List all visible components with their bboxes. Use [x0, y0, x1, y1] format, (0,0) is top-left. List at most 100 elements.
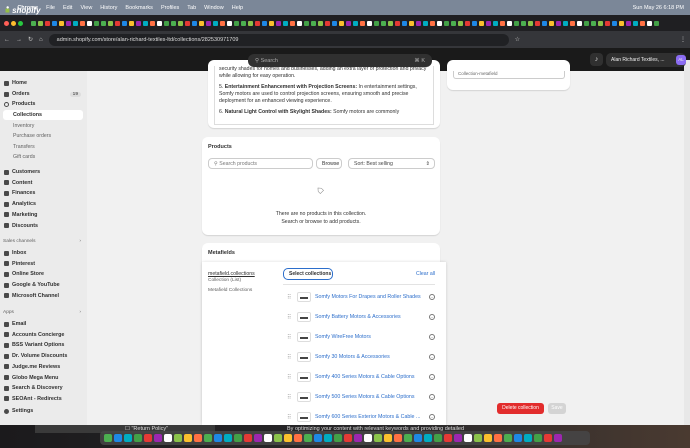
- dock-app-icon[interactable]: [544, 434, 552, 442]
- tab-favicon[interactable]: [395, 20, 400, 26]
- tab-favicon[interactable]: [633, 20, 638, 26]
- clear-all-link[interactable]: Clear all: [416, 271, 435, 277]
- dock-app-icon[interactable]: [444, 434, 452, 442]
- dock-app-icon[interactable]: [404, 434, 412, 442]
- collection-link[interactable]: Somfy 30 Motors & Accessories: [315, 354, 390, 360]
- dock-app-icon[interactable]: [554, 434, 562, 442]
- sort-select[interactable]: Sort: Best selling ⇕: [348, 158, 435, 169]
- menu-tab[interactable]: Tab: [187, 5, 196, 11]
- collection-list-item[interactable]: ⠿ Somfy Battery Motors & Accessories –: [287, 311, 435, 323]
- tab-favicon[interactable]: [73, 20, 78, 26]
- dock-app-icon[interactable]: [194, 434, 202, 442]
- tab-favicon[interactable]: [423, 20, 428, 26]
- forward-icon[interactable]: →: [16, 37, 22, 43]
- dock-app-icon[interactable]: [174, 434, 182, 442]
- browse-button[interactable]: Browse: [316, 158, 342, 169]
- tab-favicon[interactable]: [346, 20, 351, 26]
- tab-favicon[interactable]: [507, 20, 512, 26]
- sidebar-item-analytics[interactable]: Analytics: [3, 199, 83, 209]
- menu-window[interactable]: Window: [204, 5, 224, 11]
- dock-app-icon[interactable]: [264, 434, 272, 442]
- tab-favicon[interactable]: [430, 20, 435, 26]
- sidebar-item-bss-variant-options[interactable]: BSS Variant Options: [3, 340, 83, 350]
- tab-favicon[interactable]: [80, 20, 85, 26]
- collection-link[interactable]: Somfy Battery Motors & Accessories: [315, 314, 401, 320]
- zoom-window-icon[interactable]: [18, 20, 23, 26]
- tab-favicon[interactable]: [598, 20, 603, 26]
- dock-app-icon[interactable]: [394, 434, 402, 442]
- remove-circle-icon[interactable]: –: [429, 414, 435, 420]
- tab-favicon[interactable]: [234, 20, 239, 26]
- tab-favicon[interactable]: [157, 20, 162, 26]
- remove-circle-icon[interactable]: –: [429, 334, 435, 340]
- remove-circle-icon[interactable]: –: [429, 294, 435, 300]
- tab-favicon[interactable]: [514, 20, 519, 26]
- tab-favicon[interactable]: [325, 20, 330, 26]
- tab-favicon[interactable]: [45, 20, 50, 26]
- collection-link[interactable]: Somfy Motors For Drapes and Roller Shade…: [315, 294, 421, 300]
- tab-favicon[interactable]: [437, 20, 442, 26]
- account-menu[interactable]: Alan Richard Textiles, ... AL: [606, 53, 686, 67]
- tab-favicon[interactable]: [283, 20, 288, 26]
- collection-list-item[interactable]: ⠿ Somfy 500 Series Motors & Cable Options…: [287, 391, 435, 403]
- dock-app-icon[interactable]: [164, 434, 172, 442]
- tab-favicon[interactable]: [367, 20, 372, 26]
- sidebar-item-content[interactable]: Content: [3, 178, 83, 188]
- dock-app-icon[interactable]: [344, 434, 352, 442]
- sidebar-item-products[interactable]: Products: [3, 99, 83, 109]
- sidebar-item-google-youtube[interactable]: Google & YouTube: [3, 280, 83, 290]
- tab-favicon[interactable]: [269, 20, 274, 26]
- tab-favicon[interactable]: [493, 20, 498, 26]
- tab-favicon[interactable]: [199, 20, 204, 26]
- sidebar-item-marketing[interactable]: Marketing: [3, 210, 83, 220]
- dock-app-icon[interactable]: [414, 434, 422, 442]
- tab-favicon[interactable]: [444, 20, 449, 26]
- tab-favicon[interactable]: [360, 20, 365, 26]
- tab-favicon[interactable]: [276, 20, 281, 26]
- sidebar-item-online-store[interactable]: Online Store: [3, 269, 83, 279]
- tab-favicon[interactable]: [171, 20, 176, 26]
- drag-handle-icon[interactable]: ⠿: [287, 414, 292, 421]
- remove-circle-icon[interactable]: –: [429, 374, 435, 380]
- sidebar-item-email[interactable]: Email: [3, 319, 83, 329]
- tab-favicon[interactable]: [374, 20, 379, 26]
- collection-list-item[interactable]: ⠿ Somfy 30 Motors & Accessories –: [287, 351, 435, 363]
- tab-favicon[interactable]: [563, 20, 568, 26]
- sidebar-item-microsoft-channel[interactable]: Microsoft Channel: [3, 291, 83, 301]
- macos-dock[interactable]: [100, 431, 590, 445]
- remove-circle-icon[interactable]: –: [429, 354, 435, 360]
- tab-favicon[interactable]: [549, 20, 554, 26]
- dock-app-icon[interactable]: [304, 434, 312, 442]
- sidebar-item-judge-me-reviews[interactable]: Judge.me Reviews: [3, 362, 83, 372]
- tab-favicon[interactable]: [52, 20, 57, 26]
- tab-favicon[interactable]: [332, 20, 337, 26]
- tab-favicon[interactable]: [248, 20, 253, 26]
- tab-favicon[interactable]: [66, 20, 71, 26]
- minimize-window-icon[interactable]: [11, 20, 16, 26]
- collection-list-item[interactable]: ⠿ Somfy 600 Series Exterior Motors & Cabl…: [287, 411, 435, 423]
- menu-help[interactable]: Help: [232, 5, 243, 11]
- tab-favicon[interactable]: [150, 20, 155, 26]
- tab-favicon[interactable]: [402, 20, 407, 26]
- sidebar-item-collections[interactable]: Collections: [3, 110, 83, 120]
- tab-favicon[interactable]: [94, 20, 99, 26]
- tab-favicon[interactable]: [626, 20, 631, 26]
- tab-favicon[interactable]: [290, 20, 295, 26]
- sidebar-item-accounts-concierge[interactable]: Accounts Concierge: [3, 330, 83, 340]
- sidebar-item-globo-mega-menu[interactable]: Globo Mega Menu: [3, 373, 83, 383]
- tab-favicon[interactable]: [262, 20, 267, 26]
- collection-list-item[interactable]: ⠿ Somfy 400 Series Motors & Cable Options…: [287, 371, 435, 383]
- dock-app-icon[interactable]: [244, 434, 252, 442]
- dock-app-icon[interactable]: [134, 434, 142, 442]
- dock-app-icon[interactable]: [434, 434, 442, 442]
- sidebar-item-seoant-redirects[interactable]: SEOAnt - Redirects: [3, 394, 83, 404]
- tab-favicon[interactable]: [591, 20, 596, 26]
- tab-favicon[interactable]: [31, 20, 36, 26]
- tab-favicon[interactable]: [535, 20, 540, 26]
- tab-favicon[interactable]: [304, 20, 309, 26]
- drag-handle-icon[interactable]: ⠿: [287, 314, 292, 321]
- url-field[interactable]: admin.shopify.com/store/alan-richard-tex…: [48, 33, 509, 46]
- menu-bookmarks[interactable]: Bookmarks: [125, 5, 153, 11]
- dock-app-icon[interactable]: [454, 434, 462, 442]
- tab-favicon[interactable]: [353, 20, 358, 26]
